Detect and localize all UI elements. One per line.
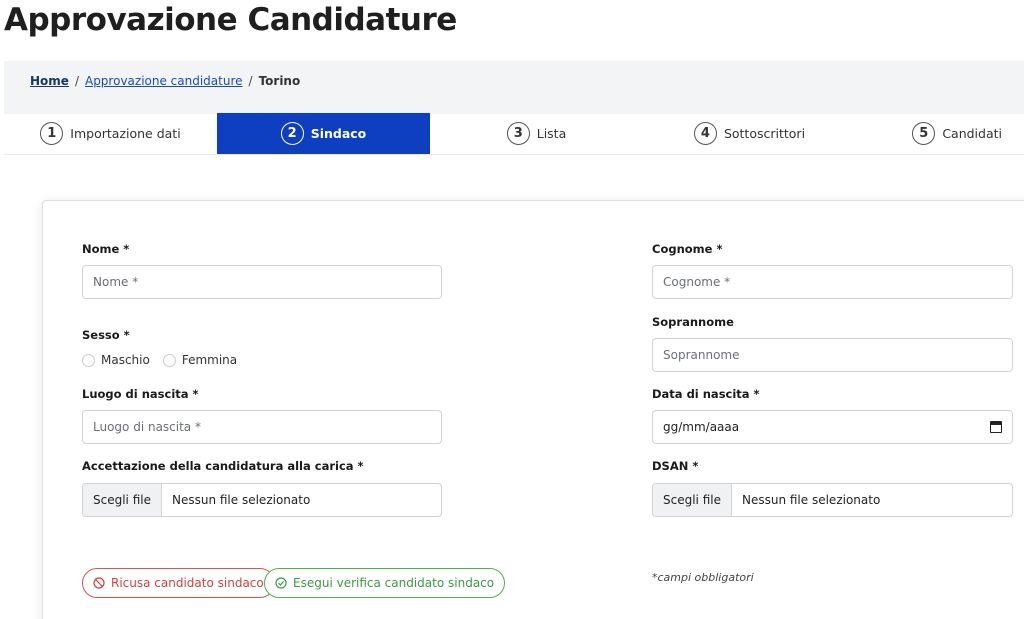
accettazione-file-input[interactable]: Scegli file Nessun file selezionato: [82, 483, 442, 517]
step-label: Lista: [536, 126, 567, 141]
radio-maschio[interactable]: [82, 353, 95, 367]
step-label: Candidati: [942, 126, 1002, 141]
step-lista[interactable]: 3 Lista: [430, 113, 643, 154]
data-nascita-label: Data di nascita *: [652, 387, 760, 401]
required-fields-note: *campi obbligatori: [652, 571, 754, 584]
sesso-radio-group: Maschio Femmina: [82, 353, 237, 367]
form-card: Nome * Sesso * Maschio Femmina Luogo di …: [42, 200, 1024, 619]
dsan-file-input[interactable]: Scegli file Nessun file selezionato: [652, 483, 1013, 517]
ban-icon: [93, 577, 105, 589]
reject-button-label: Ricusa candidato sindaco: [111, 576, 264, 590]
nome-input[interactable]: [82, 265, 442, 299]
luogo-nascita-label: Luogo di nascita *: [82, 387, 199, 401]
verify-button-label: Esegui verifica candidato sindaco: [293, 576, 495, 590]
file-status: Nessun file selezionato: [741, 493, 881, 507]
dsan-label: DSAN *: [652, 459, 699, 473]
step-number: 2: [280, 122, 304, 145]
radio-maschio-label[interactable]: Maschio: [101, 353, 150, 367]
step-label: Importazione dati: [70, 126, 181, 141]
calendar-icon[interactable]: [990, 421, 1002, 433]
radio-femmina-label[interactable]: Femmina: [182, 353, 237, 367]
choose-file-button[interactable]: Scegli file: [83, 484, 162, 516]
breadcrumb-bar: Home / Approvazione candidature / Torino: [4, 61, 1024, 114]
accettazione-label: Accettazione della candidatura alla cari…: [82, 459, 364, 473]
breadcrumb: Home / Approvazione candidature / Torino: [30, 74, 300, 88]
step-label: Sindaco: [310, 126, 367, 141]
choose-file-button[interactable]: Scegli file: [653, 484, 732, 516]
verify-candidate-button[interactable]: Esegui verifica candidato sindaco: [264, 568, 506, 598]
breadcrumb-home-link[interactable]: Home: [30, 74, 69, 88]
data-nascita-input[interactable]: gg/mm/aaaa: [652, 410, 1013, 444]
stepper: 1 Importazione dati 2 Sindaco 3 Lista 4 …: [4, 113, 1024, 155]
step-sindaco[interactable]: 2 Sindaco: [217, 113, 430, 154]
page-title: Approvazione Candidature: [4, 2, 457, 38]
breadcrumb-separator: /: [248, 74, 253, 88]
step-label: Sottoscrittori: [723, 126, 806, 141]
step-number: 4: [693, 122, 717, 145]
cognome-label: Cognome *: [652, 242, 723, 256]
breadcrumb-current: Torino: [258, 74, 301, 88]
radio-femmina[interactable]: [162, 353, 176, 367]
soprannome-input[interactable]: [652, 338, 1013, 372]
step-number: 5: [912, 122, 936, 145]
luogo-nascita-input[interactable]: [82, 410, 442, 444]
step-number: 1: [40, 122, 64, 145]
cognome-input[interactable]: [652, 265, 1013, 299]
check-circle-icon: [275, 577, 287, 589]
file-status: Nessun file selezionato: [171, 493, 311, 507]
step-candidati[interactable]: 5 Candidati: [856, 113, 1024, 154]
breadcrumb-separator: /: [74, 74, 79, 88]
step-sottoscrittori[interactable]: 4 Sottoscrittori: [643, 113, 856, 154]
soprannome-label: Soprannome: [652, 315, 734, 329]
reject-candidate-button[interactable]: Ricusa candidato sindaco: [82, 568, 275, 598]
breadcrumb-section-link[interactable]: Approvazione candidature: [85, 74, 243, 88]
date-value: gg/mm/aaaa: [663, 420, 740, 434]
nome-label: Nome *: [82, 242, 130, 256]
sesso-label: Sesso *: [82, 328, 130, 342]
step-importazione-dati[interactable]: 1 Importazione dati: [4, 113, 217, 154]
step-number: 3: [506, 122, 530, 145]
